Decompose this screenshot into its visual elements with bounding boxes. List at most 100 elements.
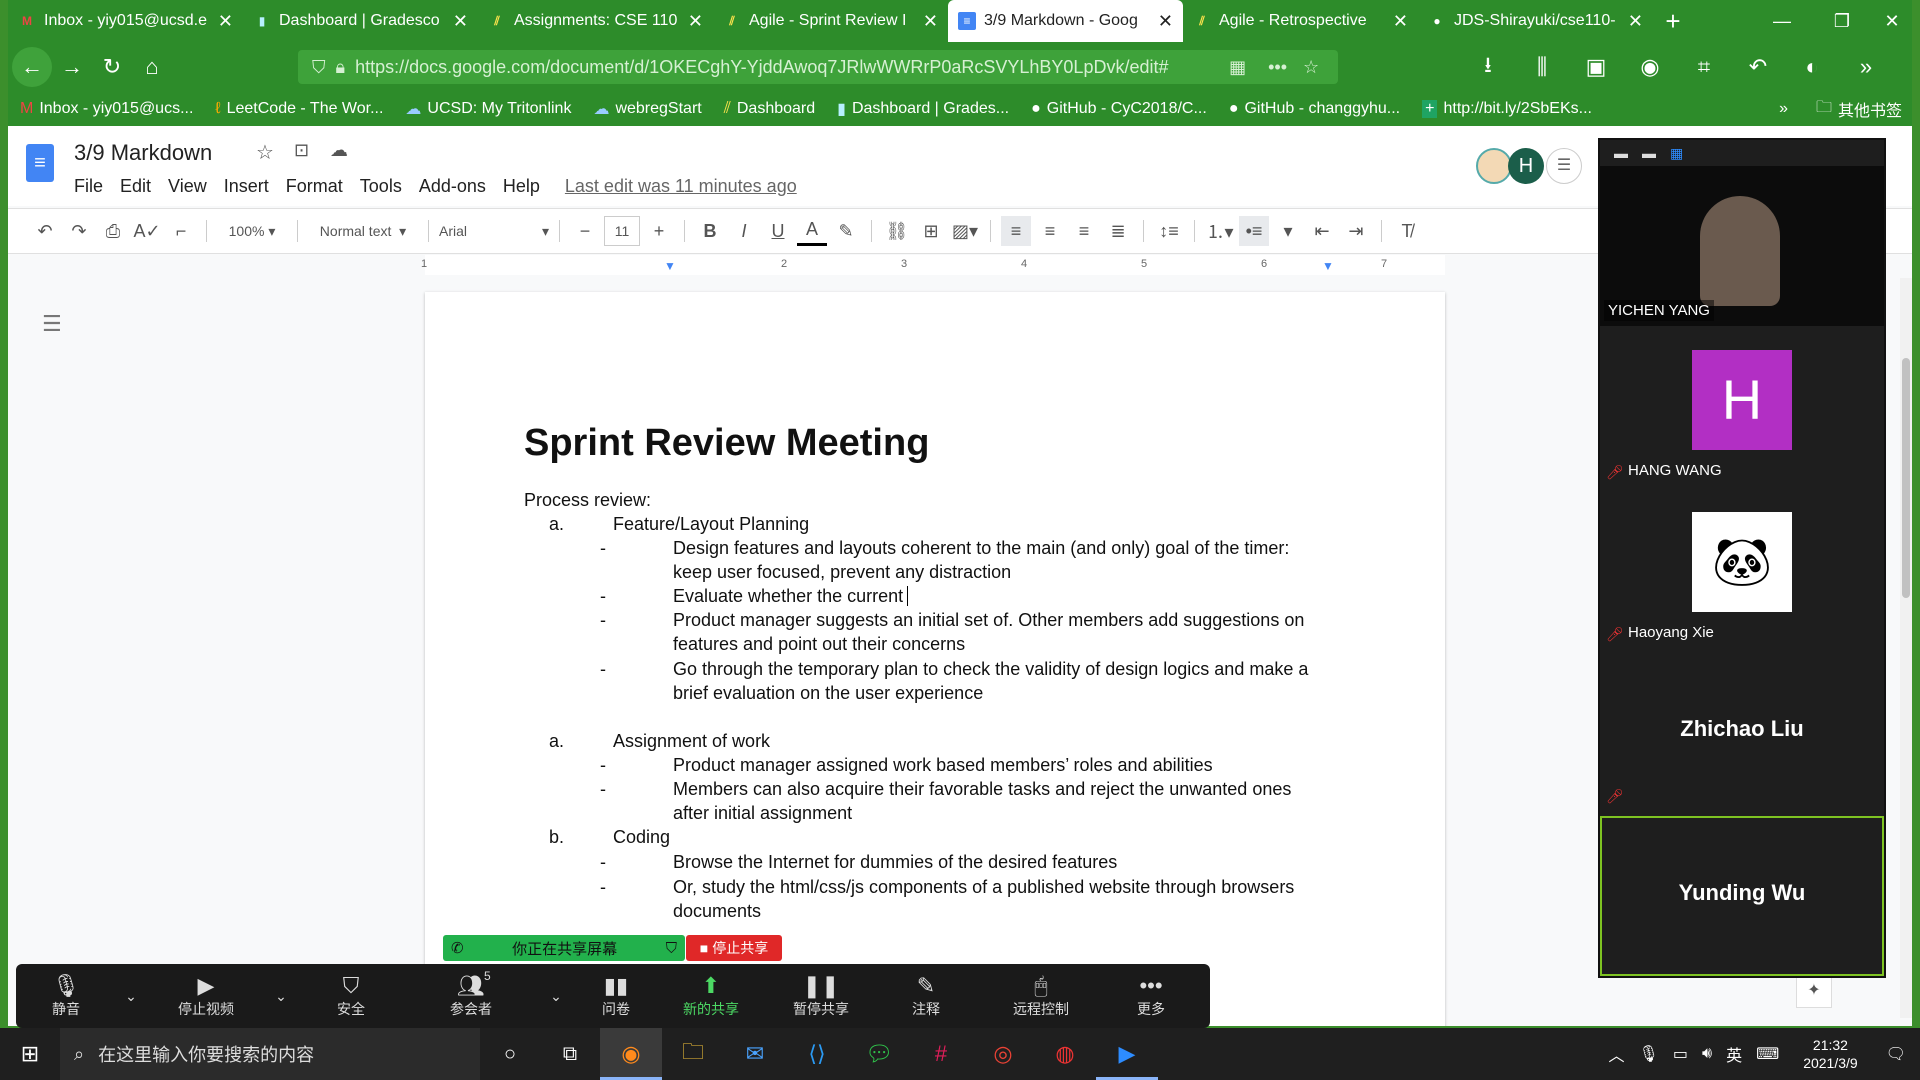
menu-help[interactable]: Help — [503, 176, 540, 197]
decrease-indent-icon[interactable]: ⇤ — [1307, 216, 1337, 246]
menu-insert[interactable]: Insert — [224, 176, 269, 197]
tab-gradescope[interactable]: ▮ Dashboard | Gradesco ✕ — [243, 0, 478, 42]
participant-tile-active[interactable]: Yunding Wu — [1600, 816, 1884, 976]
bullet-dropdown-icon[interactable]: ▾ — [1273, 216, 1303, 246]
bold-icon[interactable]: B — [695, 216, 725, 246]
menu-format[interactable]: Format — [286, 176, 343, 197]
polls-button[interactable]: ▮▮ 问卷 — [576, 973, 656, 1019]
ime-indicator[interactable]: 英 — [1726, 1042, 1742, 1066]
pause-share-button[interactable]: ❚❚ 暂停共享 — [766, 973, 876, 1019]
align-right-icon[interactable]: ≡ — [1069, 216, 1099, 246]
participant-tile[interactable]: Zhichao Liu 🎤︎ — [1600, 654, 1884, 814]
bookmark-github-chang[interactable]: ● GitHub - changgyhu... — [1229, 100, 1400, 118]
menu-icon[interactable]: ≡ — [1900, 47, 1912, 87]
video-options-icon[interactable]: ⌄ — [266, 988, 296, 1005]
qr-icon[interactable]: ▦ — [1229, 57, 1246, 78]
decrease-font-button[interactable]: − — [570, 216, 600, 246]
address-bar[interactable]: ⛉ 🔒︎ https://docs.google.com/document/d/… — [298, 50, 1338, 84]
increase-font-button[interactable]: + — [644, 216, 674, 246]
bookmark-tritonlink[interactable]: ☁ UCSD: My Tritonlink — [405, 99, 571, 119]
close-icon[interactable]: ✕ — [218, 11, 233, 32]
close-icon[interactable]: ✕ — [1393, 11, 1408, 32]
bookmark-overflow[interactable]: » — [1779, 100, 1794, 118]
collaborator-avatar-h[interactable]: H — [1508, 148, 1544, 184]
microphone-tray-icon[interactable]: 🎙︎ — [1639, 1044, 1659, 1064]
doc-title[interactable]: 3/9 Markdown — [74, 140, 212, 166]
undo-icon[interactable]: ↶ — [30, 216, 60, 246]
cloud-icon[interactable]: ☁ — [330, 140, 348, 161]
close-icon[interactable]: ✕ — [1628, 11, 1643, 32]
volume-icon[interactable]: 🔊︎ — [1702, 1045, 1712, 1063]
bookmark-dashboard[interactable]: ⫽ Dashboard — [724, 100, 815, 118]
audio-options-icon[interactable]: ⌄ — [116, 988, 146, 1005]
close-icon[interactable]: ✕ — [923, 11, 938, 32]
participant-tile[interactable]: 🐼︎ 🎤︎ Haoyang Xie — [1600, 492, 1884, 652]
new-share-button[interactable]: ⬆︎ 新的共享 — [656, 973, 766, 1019]
download-icon[interactable]: ⭳ — [1468, 47, 1508, 87]
participant-tile[interactable]: YICHEN YANG — [1600, 166, 1884, 326]
file-explorer-icon[interactable]: 🗀 — [662, 1035, 724, 1073]
comments-icon[interactable]: ☰ — [1546, 148, 1582, 184]
network-icon[interactable]: ▭ — [1673, 1044, 1688, 1064]
star-icon[interactable]: ☆ — [1303, 57, 1319, 78]
tab-assignments[interactable]: ⫽ Assignments: CSE 110 ✕ — [478, 0, 713, 42]
clear-format-icon[interactable]: T̸ — [1392, 216, 1422, 246]
tab-inbox[interactable]: M Inbox - yiy015@ucsd.e ✕ — [8, 0, 243, 42]
restore-button[interactable]: ❐ — [1812, 0, 1872, 42]
close-window-button[interactable]: ✕ — [1872, 0, 1912, 42]
menu-tools[interactable]: Tools — [360, 176, 402, 197]
collaborator-avatar[interactable] — [1476, 148, 1512, 184]
new-tab-button[interactable]: + — [1653, 0, 1693, 42]
font-size-input[interactable]: 11 — [604, 216, 640, 246]
bookmark-leetcode[interactable]: ℓ LeetCode - The Wor... — [215, 100, 383, 118]
docs-logo-icon[interactable]: ≡ — [26, 144, 54, 182]
right-indent-marker-icon[interactable]: ▼ — [1322, 259, 1334, 273]
minimize-button[interactable]: — — [1752, 0, 1812, 42]
stop-video-button[interactable]: ▶︎ 停止视频 — [146, 973, 266, 1019]
cortana-icon[interactable]: ○ — [480, 1043, 540, 1066]
link-icon[interactable]: ⛓ — [882, 216, 912, 246]
keyboard-icon[interactable]: ⌨ — [1756, 1044, 1779, 1064]
annotate-button[interactable]: ✎ 注释 — [876, 973, 976, 1019]
document-page[interactable]: Sprint Review Meeting Process review: a.… — [425, 292, 1445, 1026]
scrollbar[interactable] — [1900, 278, 1912, 1018]
library-icon[interactable]: ⫼ — [1522, 47, 1562, 87]
netease-music-icon[interactable]: ◍ — [1034, 1041, 1096, 1067]
chrome-icon[interactable]: ◎ — [972, 1041, 1034, 1067]
tray-chevron-icon[interactable]: ︿ — [1609, 1042, 1625, 1066]
tab-markdown[interactable]: ≡ 3/9 Markdown - Goog ✕ — [948, 0, 1183, 42]
paint-format-icon[interactable]: ⌐ — [166, 216, 196, 246]
comment-icon[interactable]: ⊞ — [916, 216, 946, 246]
extension-icon[interactable]: ◐ — [1792, 47, 1832, 87]
remote-control-button[interactable]: 🖱︎ 远程控制 — [976, 973, 1106, 1019]
last-edit-link[interactable]: Last edit was 11 minutes ago — [565, 176, 797, 197]
redo-icon[interactable]: ↷ — [64, 216, 94, 246]
slack-icon[interactable]: # — [910, 1041, 972, 1067]
bulleted-list-icon[interactable]: •≡ — [1239, 216, 1269, 246]
bookmark-github-cyc[interactable]: ● GitHub - CyC2018/C... — [1031, 100, 1207, 118]
align-center-icon[interactable]: ≡ — [1035, 216, 1065, 246]
forward-button[interactable]: → — [52, 47, 92, 87]
bookmark-inbox[interactable]: M Inbox - yiy015@ucs... — [20, 100, 193, 118]
tab-agile-sprint[interactable]: ⫽ Agile - Sprint Review I ✕ — [713, 0, 948, 42]
style-select[interactable]: Normal text ▾ — [308, 216, 418, 246]
underline-icon[interactable]: U — [763, 216, 793, 246]
close-icon[interactable]: ✕ — [1158, 11, 1173, 32]
zoom-app-icon[interactable]: ▶︎ — [1096, 1028, 1158, 1080]
crop-icon[interactable]: ⌗ — [1684, 47, 1724, 87]
increase-indent-icon[interactable]: ⇥ — [1341, 216, 1371, 246]
more-icon[interactable]: ••• — [1268, 57, 1287, 78]
print-icon[interactable]: ⎙ — [98, 216, 128, 246]
mail-icon[interactable]: ✉ — [724, 1041, 786, 1067]
account-icon[interactable]: ◉ — [1630, 47, 1670, 87]
participant-tile[interactable]: H 🎤︎ HANG WANG — [1600, 330, 1884, 490]
scrollbar-thumb[interactable] — [1902, 358, 1910, 598]
line-spacing-icon[interactable]: ↕≡ — [1154, 216, 1184, 246]
reload-button[interactable]: ↻ — [92, 47, 132, 87]
restore-icon[interactable]: ▬ — [1642, 145, 1656, 161]
indent-marker-icon[interactable]: ▼ — [664, 259, 676, 273]
sidebar-icon[interactable]: ▣ — [1576, 47, 1616, 87]
move-folder-icon[interactable]: ⊡ — [294, 140, 309, 161]
font-select[interactable]: Arial ▾ — [439, 216, 549, 246]
stop-share-button[interactable]: ■ 停止共享 — [686, 935, 782, 961]
